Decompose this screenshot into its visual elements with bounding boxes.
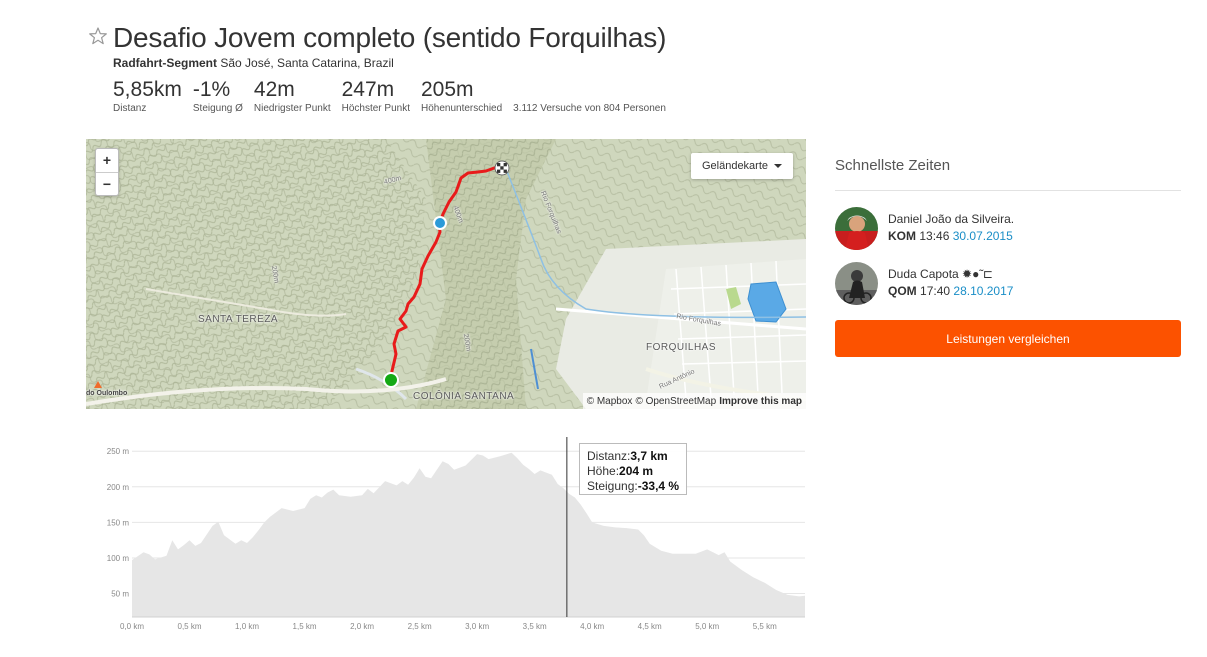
- segment-type: Radfahrt-Segment: [113, 56, 218, 70]
- athlete-name[interactable]: Daniel João da Silveira.: [888, 211, 1014, 228]
- stat-value: 5,85km: [113, 78, 182, 101]
- x-tick-label: 1,0 km: [235, 622, 259, 631]
- stat-elevation-difference: 205m Höhenunterschied: [421, 78, 502, 114]
- x-tick-label: 3,0 km: [465, 622, 489, 631]
- x-tick-label: 0,5 km: [178, 622, 202, 631]
- mapbox-link[interactable]: © Mapbox: [587, 396, 633, 407]
- x-tick-label: 5,0 km: [695, 622, 719, 631]
- y-tick-label: 100 m: [107, 554, 130, 563]
- label-colonia-santana: COLÔNIA SANTANA: [413, 391, 515, 402]
- tooltip-distance: Distanz:3,7 km: [587, 449, 679, 464]
- position-marker: [433, 216, 447, 230]
- map-type-label: Geländekarte: [701, 160, 769, 172]
- x-tick-label: 4,5 km: [638, 622, 662, 631]
- stat-value: 42m: [253, 78, 295, 101]
- tooltip-distance-value: 3,7 km: [630, 449, 668, 463]
- zoom-out-button[interactable]: −: [96, 172, 118, 195]
- map-attribution: © Mapbox © OpenStreetMap Improve this ma…: [582, 393, 806, 409]
- leader-info: Duda Capota ✹●̃ ⊏ QOM 17:40 28.10.2017: [888, 266, 1013, 300]
- zoom-control: + −: [95, 148, 119, 196]
- stat-label: Distanz: [113, 103, 147, 114]
- tooltip-grade-label: Steigung:: [587, 479, 638, 493]
- zoom-in-button[interactable]: +: [96, 149, 118, 172]
- segment-location: São José, Santa Catarina, Brazil: [220, 56, 394, 70]
- divider: [835, 190, 1181, 191]
- attempts-count: 3.112 Versuche von 804 Personen: [513, 103, 666, 114]
- map-type-dropdown[interactable]: Geländekarte: [691, 153, 793, 179]
- avatar[interactable]: [835, 206, 878, 250]
- star-icon[interactable]: [88, 26, 108, 46]
- finish-marker: [494, 160, 510, 176]
- leader-info: Daniel João da Silveira. KOM 13:46 30.07…: [888, 211, 1014, 245]
- compare-efforts-button[interactable]: Leistungen vergleichen: [835, 320, 1181, 357]
- stat-label: Höchster Punkt: [341, 103, 410, 114]
- tooltip-distance-label: Distanz:: [587, 449, 631, 463]
- y-tick-label: 50 m: [111, 590, 129, 599]
- stat-lowest-point: 42m Niedrigster Punkt: [254, 78, 331, 114]
- stat-value: 247m: [341, 78, 395, 101]
- stat-label: Niedrigster Punkt: [253, 103, 331, 114]
- tooltip-height-value: 204 m: [619, 464, 654, 478]
- x-tick-label: 2,0 km: [350, 622, 374, 631]
- activity-date-link[interactable]: 30.07.2015: [953, 229, 1013, 243]
- elapsed-time: 17:40: [920, 284, 951, 298]
- segment-stats: 5,85km Distanz -1% Steigung Ø 42m Niedri…: [113, 78, 666, 114]
- segment-subtitle: Radfahrt-Segment São José, Santa Catarin…: [113, 56, 394, 70]
- tooltip-grade: Steigung:-33,4 %: [587, 479, 679, 494]
- activity-date-link[interactable]: 28.10.2017: [953, 284, 1013, 298]
- x-tick-label: 0,0 km: [120, 622, 144, 631]
- y-tick-label: 200 m: [107, 483, 130, 492]
- elevation-area: [132, 452, 805, 617]
- improve-map-link[interactable]: Improve this map: [719, 396, 802, 407]
- stat-value: 205m: [421, 78, 474, 101]
- elapsed-time: 13:46: [919, 229, 950, 243]
- label-santa-tereza: SANTA TEREZA: [198, 314, 279, 325]
- stat-label: Steigung Ø: [192, 103, 243, 114]
- rank-badge: QOM: [888, 284, 917, 298]
- elevation-chart[interactable]: 50 m 100 m 150 m 200 m 250 m 0,0 km 0,5 km 1,0 …: [86, 432, 808, 642]
- athlete-name[interactable]: Duda Capota ✹●̃ ⊏: [888, 266, 1013, 283]
- y-tick-label: 250 m: [107, 447, 130, 456]
- avatar[interactable]: [835, 261, 878, 305]
- leader-time: KOM 13:46 30.07.2015: [888, 228, 1014, 245]
- chart-tooltip: Distanz:3,7 km Höhe:204 m Steigung:-33,4…: [579, 443, 687, 495]
- caret-down-icon: [774, 164, 783, 168]
- tooltip-grade-value: -33,4 %: [637, 479, 680, 493]
- x-tick-label: 4,0 km: [580, 622, 604, 631]
- stat-distance: 5,85km Distanz: [113, 78, 182, 114]
- rank-badge: KOM: [888, 229, 916, 243]
- leaderboard-entry-qom: Duda Capota ✹●̃ ⊏ QOM 17:40 28.10.2017: [835, 261, 1181, 305]
- page-title: Desafio Jovem completo (sentido Forquilh…: [113, 22, 667, 53]
- y-tick-label: 150 m: [107, 518, 130, 527]
- segment-map[interactable]: SANTA TEREZA FORQUILHAS COLÔNIA SANTANA …: [86, 139, 806, 409]
- stat-value: -1%: [192, 78, 231, 101]
- stat-avg-grade: -1% Steigung Ø: [193, 78, 243, 114]
- leaderboard-title: Schnellste Zeiten: [835, 157, 951, 174]
- tooltip-height: Höhe:204 m: [587, 464, 679, 479]
- x-tick-label: 2,5 km: [408, 622, 432, 631]
- label-forquilhas: FORQUILHAS: [646, 342, 717, 353]
- stat-label: Höhenunterschied: [421, 103, 503, 114]
- tooltip-height-label: Höhe:: [587, 464, 620, 478]
- osm-link[interactable]: © OpenStreetMap: [635, 396, 716, 407]
- label-do-oulombo: do Oulombo: [86, 390, 128, 397]
- start-marker: [383, 372, 399, 388]
- leaderboard-entry-kom: Daniel João da Silveira. KOM 13:46 30.07…: [835, 206, 1181, 250]
- x-tick-label: 3,5 km: [523, 622, 547, 631]
- stat-highest-point: 247m Höchster Punkt: [342, 78, 410, 114]
- leader-time: QOM 17:40 28.10.2017: [888, 283, 1013, 300]
- terrain-background: [86, 139, 806, 409]
- x-tick-label: 1,5 km: [293, 622, 317, 631]
- x-tick-label: 5,5 km: [753, 622, 777, 631]
